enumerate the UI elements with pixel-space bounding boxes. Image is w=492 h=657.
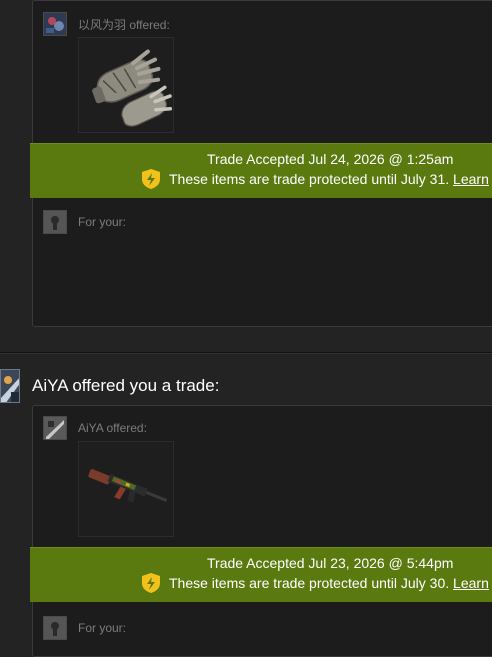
for-your-row: For your:: [43, 209, 126, 235]
offered-label: 以风为羽 offered:: [78, 17, 170, 32]
for-your-label: For your:: [78, 215, 127, 229]
trade-header-text: AiYA offered you a trade:: [32, 376, 220, 395]
user-avatar[interactable]: [43, 210, 67, 234]
trade-accepted-title: Trade Accepted Jul 23, 2026 @ 5:44pm: [207, 555, 454, 571]
trade-offer-panel: AiYA offered: For your:: [32, 405, 492, 657]
trade-header: AiYA offered you a trade:: [0, 368, 219, 404]
learn-more-link[interactable]: Learn: [453, 171, 489, 187]
offered-party-row: 以风为羽 offered:: [43, 11, 170, 37]
avatar-image-icon: [1, 370, 19, 402]
section-divider: [0, 353, 492, 354]
offered-label: AiYA offered:: [78, 421, 147, 435]
avatar-image-icon: [44, 617, 66, 639]
protected-message: These items are trade protected until Ju…: [169, 171, 450, 187]
learn-more-link[interactable]: Learn: [453, 575, 489, 591]
trade-protected-shield-icon: [142, 169, 160, 189]
trade-protected-row: These items are trade protected until Ju…: [140, 572, 489, 594]
trade-accepted-title: Trade Accepted Jul 24, 2026 @ 1:25am: [207, 151, 454, 167]
offered-party-row: AiYA offered:: [43, 415, 147, 441]
trade-accepted-banner: Trade Accepted Jul 23, 2026 @ 5:44pm The…: [30, 547, 492, 602]
trade-accepted-banner: Trade Accepted Jul 24, 2026 @ 1:25am The…: [30, 143, 492, 198]
user-avatar[interactable]: [43, 416, 67, 440]
rifle-item-icon: [88, 469, 168, 503]
avatar-image-icon: [44, 13, 66, 35]
user-avatar[interactable]: [43, 12, 67, 36]
trade-protected-row: These items are trade protected until Ju…: [140, 168, 489, 190]
protected-message: These items are trade protected until Ju…: [169, 575, 450, 591]
trade-protected-text: These items are trade protected until Ju…: [169, 171, 489, 187]
trade-protected-text: These items are trade protected until Ju…: [169, 575, 489, 591]
trade-protected-shield-icon: [142, 573, 160, 593]
for-your-label: For your:: [78, 621, 127, 635]
trade-item-slot[interactable]: [78, 441, 174, 537]
gloves-item-icon: [92, 49, 172, 127]
avatar-image-icon: [44, 417, 66, 439]
trade-item-slot[interactable]: [78, 37, 174, 133]
user-avatar[interactable]: [43, 616, 67, 640]
aiya-avatar[interactable]: [0, 369, 20, 403]
for-your-row: For your:: [43, 615, 126, 641]
avatar-image-icon: [44, 211, 66, 233]
